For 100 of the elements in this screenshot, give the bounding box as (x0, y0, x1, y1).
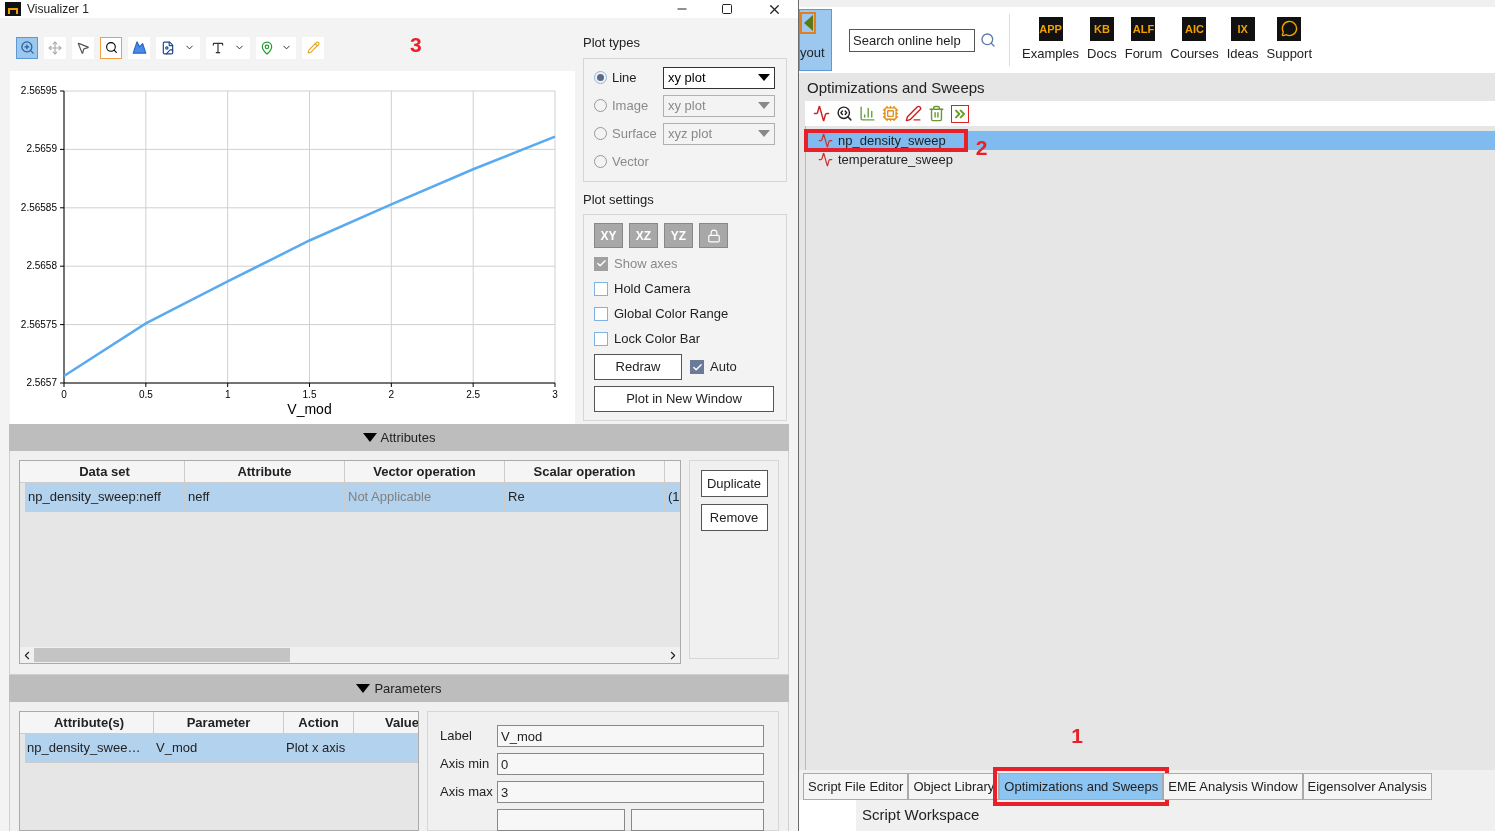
table-cell: Plot x axis (284, 734, 354, 762)
input-field[interactable]: V_mod (497, 725, 764, 747)
search-key-icon[interactable] (836, 105, 853, 122)
marker-button[interactable] (256, 36, 296, 59)
marker-icon (259, 40, 274, 55)
annotation-number: 3 (410, 33, 422, 55)
pencil-button[interactable] (302, 36, 324, 59)
y-tick-label: 2.56585 (20, 201, 57, 213)
wave-icon[interactable] (813, 105, 830, 122)
tab[interactable]: Script File Editor (803, 773, 909, 800)
magnifier-icon (104, 41, 118, 54)
link-badge-icon: IX (1230, 16, 1255, 41)
x-tick-label: 2.5 (466, 389, 481, 400)
redraw-button[interactable]: Redraw (594, 354, 682, 380)
help-link-button[interactable]: Support (1262, 16, 1317, 64)
action-button[interactable]: Duplicate (700, 470, 768, 497)
radio-label: Line (612, 68, 638, 87)
help-link-button[interactable]: APP Examples (1018, 16, 1084, 64)
search-field[interactable]: Search online help (849, 28, 975, 52)
column-header[interactable]: Data set (25, 461, 185, 482)
checkbox[interactable] (594, 331, 608, 346)
x-axis-title: V_mod (287, 401, 332, 417)
export-image-button[interactable] (156, 36, 200, 59)
checkbox[interactable] (594, 281, 608, 296)
action-button[interactable]: Remove (700, 504, 768, 531)
help-link-button[interactable]: AIC Courses (1166, 16, 1223, 64)
section-title: Parameters (374, 679, 442, 698)
sweep-icon (818, 152, 833, 167)
tab[interactable]: EME Analysis Window (1163, 773, 1303, 800)
column-header[interactable]: Value (354, 712, 418, 733)
field-label: Label (440, 727, 473, 746)
radio-label: Vector (612, 152, 650, 171)
run-icon[interactable] (951, 104, 969, 123)
text-icon (210, 40, 225, 55)
y-tick-label: 2.5658 (26, 260, 57, 272)
x-tick-label: 2 (388, 389, 395, 400)
column-header[interactable]: Vector operation (345, 461, 505, 482)
lock-button[interactable] (699, 223, 728, 248)
input-field[interactable] (497, 809, 625, 831)
dropdown-arrow-icon (758, 130, 770, 137)
panel-title: Optimizations and Sweeps (806, 77, 986, 98)
pan-button[interactable] (44, 36, 66, 59)
zoom-in-button[interactable] (16, 36, 38, 59)
pointer-button[interactable] (72, 36, 94, 59)
annotation-number: 1 (1071, 725, 1083, 746)
tab[interactable]: Object Library (908, 773, 1000, 800)
group-title: Plot settings (583, 190, 655, 209)
link-badge-icon: APP (1038, 16, 1063, 41)
help-link-button[interactable]: IX Ideas (1222, 16, 1263, 64)
help-link-button[interactable]: KB Docs (1083, 16, 1121, 64)
checkbox[interactable] (594, 306, 608, 321)
y-tick-label: 2.5657 (26, 377, 57, 388)
y-tick-label: 2.56595 (20, 85, 57, 96)
x-tick-label: 0.5 (138, 389, 153, 400)
table-cell: neff (185, 483, 345, 511)
chip-icon[interactable] (882, 105, 899, 122)
help-link-button[interactable]: ALF Forum (1120, 16, 1167, 64)
y-tick-label: 2.56575 (20, 318, 57, 330)
search-icon[interactable] (980, 32, 996, 48)
layout-button[interactable]: yout (799, 9, 832, 71)
link-badge-icon: ALF (1131, 16, 1156, 41)
plot-type-dropdown[interactable]: xy plot (663, 66, 775, 89)
column-header[interactable]: Action (284, 712, 354, 733)
section-header[interactable]: Attributes (9, 424, 789, 451)
mountain-button[interactable] (128, 36, 150, 59)
table-cell: Not Applicable (345, 483, 505, 511)
tab[interactable]: Eigensolver Analysis (1302, 773, 1432, 800)
bar-chart-icon[interactable] (859, 105, 876, 122)
sweep-item[interactable]: temperature_sweep (806, 150, 973, 169)
group-title: Plot types (583, 34, 642, 52)
link-badge-icon: AIC (1182, 16, 1207, 41)
column-header[interactable]: Scalar operation (505, 461, 665, 482)
column-header[interactable]: Attribute (185, 461, 345, 482)
checkbox-label: Lock Color Bar (614, 329, 700, 348)
radio-label: Image (612, 96, 650, 115)
text-tool-button[interactable] (206, 36, 250, 59)
checkbox-label: Auto (710, 358, 737, 377)
pencil-icon[interactable] (905, 105, 922, 122)
collapse-triangle-icon (362, 433, 377, 442)
input-field[interactable]: 0 (497, 753, 764, 775)
pointer-icon (76, 40, 90, 55)
column-header[interactable]: Parameter (154, 712, 284, 733)
input-field[interactable] (631, 809, 764, 831)
column-header[interactable]: Attribute(s) (25, 712, 154, 733)
lock-icon (706, 228, 721, 243)
horizontal-scrollbar[interactable] (20, 647, 680, 663)
scrollbar-thumb[interactable] (34, 648, 290, 662)
zoom-box-button[interactable] (100, 36, 122, 59)
table-row[interactable]: np_density_swee… V_mod Plot x axis (25, 734, 418, 763)
field-label: Axis max (440, 783, 494, 802)
section-header[interactable]: Parameters (9, 675, 789, 702)
section-title: Attributes (380, 428, 436, 447)
input-field[interactable]: 3 (497, 781, 764, 803)
image-file-icon (160, 40, 175, 55)
move-icon (48, 40, 62, 55)
maximize-icon[interactable] (721, 3, 733, 15)
trash-icon[interactable] (928, 105, 945, 122)
checkbox[interactable] (690, 360, 704, 374)
plot-new-window-button[interactable]: Plot in New Window (594, 386, 774, 412)
link-badge-icon: KB (1089, 16, 1114, 41)
